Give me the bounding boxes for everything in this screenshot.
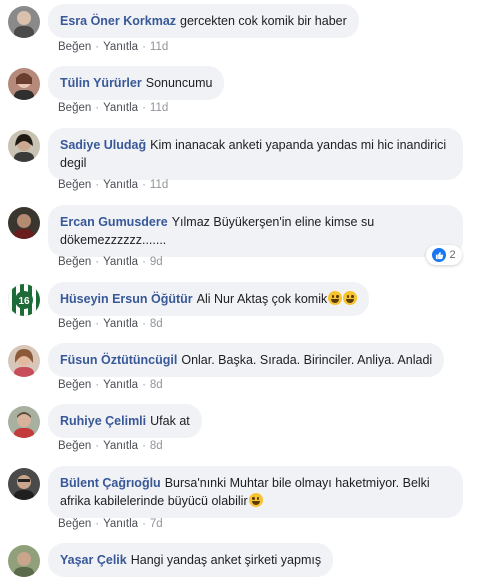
grinning-face-icon bbox=[328, 291, 343, 305]
reply-button[interactable]: Yanıtla bbox=[103, 440, 138, 452]
separator: · bbox=[95, 179, 100, 191]
comment-time[interactable]: 8d bbox=[150, 379, 163, 391]
separator: · bbox=[142, 179, 146, 191]
avatar[interactable] bbox=[8, 68, 40, 100]
comment-bubble: Ruhiye Çelimli Ufak at bbox=[48, 404, 202, 438]
separator: · bbox=[95, 440, 100, 452]
avatar[interactable] bbox=[8, 468, 40, 500]
comment-bubble: Bülent Çağrıoğlu Bursa'nınki Muhtar bile … bbox=[48, 466, 463, 518]
like-button[interactable]: Beğen bbox=[58, 318, 91, 330]
comment-author[interactable]: Bülent Çağrıoğlu bbox=[60, 476, 161, 490]
separator: · bbox=[95, 102, 100, 114]
reply-button[interactable]: Yanıtla bbox=[103, 318, 138, 330]
like-button[interactable]: Beğen bbox=[58, 256, 91, 268]
comment-actions: Beğen · Yanıtla · 9d bbox=[58, 256, 163, 268]
like-button[interactable]: Beğen bbox=[58, 518, 91, 530]
avatar[interactable] bbox=[8, 406, 40, 438]
comment-author[interactable]: Tülin Yürürler bbox=[60, 76, 142, 90]
comment-time[interactable]: 9d bbox=[150, 256, 163, 268]
comment-time[interactable]: 8d bbox=[150, 318, 163, 330]
grinning-face-icon bbox=[343, 291, 358, 305]
comment-actions: Beğen · Yanıtla · 11d bbox=[58, 41, 168, 53]
comment-actions: Beğen · Yanıtla · 8d bbox=[58, 440, 163, 452]
comment-time[interactable]: 7d bbox=[150, 518, 163, 530]
comment-actions: Beğen · Yanıtla · 11d bbox=[58, 102, 168, 114]
reply-button[interactable]: Yanıtla bbox=[103, 41, 138, 53]
comment-author[interactable]: Sadiye Uludağ bbox=[60, 138, 146, 152]
comment-actions: Beğen · Yanıtla · 8d bbox=[58, 318, 163, 330]
comment-text: Ufak at bbox=[150, 414, 190, 428]
comment-text: Sonuncumu bbox=[145, 76, 213, 90]
comment-bubble: Ercan Gumusdere Yılmaz Büyükerşen'in elin… bbox=[48, 205, 463, 257]
comment-author[interactable]: Ercan Gumusdere bbox=[60, 215, 168, 229]
comment-author[interactable]: Ruhiye Çelimli bbox=[60, 414, 146, 428]
comment-bubble: Esra Öner Korkmaz gercekten cok komik bir… bbox=[48, 4, 359, 38]
comment-author[interactable]: Esra Öner Korkmaz bbox=[60, 14, 176, 28]
separator: · bbox=[95, 518, 100, 530]
reply-button[interactable]: Yanıtla bbox=[103, 379, 138, 391]
separator: · bbox=[142, 318, 146, 330]
comment-actions: Beğen · Yanıtla · 11d bbox=[58, 179, 168, 191]
like-button[interactable]: Beğen bbox=[58, 41, 91, 53]
avatar[interactable]: 16 bbox=[8, 284, 40, 316]
comment-actions: Beğen · Yanıtla · 8d bbox=[58, 379, 163, 391]
avatar[interactable] bbox=[8, 545, 40, 577]
comment-time[interactable]: 11d bbox=[150, 102, 168, 114]
separator: · bbox=[142, 379, 146, 391]
like-button[interactable]: Beğen bbox=[58, 102, 91, 114]
svg-text:16: 16 bbox=[18, 296, 30, 307]
comment-bubble: Tülin Yürürler Sonuncumu bbox=[48, 66, 225, 100]
avatar[interactable] bbox=[8, 130, 40, 162]
like-button[interactable]: Beğen bbox=[58, 179, 91, 191]
reply-button[interactable]: Yanıtla bbox=[103, 256, 138, 268]
separator: · bbox=[142, 440, 146, 452]
comment-bubble: Yaşar Çelik Hangi yandaş anket şirketi ya… bbox=[48, 543, 334, 577]
comment-bubble: Füsun Öztütüncügil Onlar. Başka. Sırada. … bbox=[48, 343, 445, 377]
comment-author[interactable]: Yaşar Çelik bbox=[60, 553, 127, 567]
comment-text: Onlar. Başka. Sırada. Birinciler. Anliya… bbox=[181, 353, 433, 367]
separator: · bbox=[142, 41, 146, 53]
like-button[interactable]: Beğen bbox=[58, 440, 91, 452]
comment-bubble: Sadiye Uludağ Kim inanacak anketi yapanda… bbox=[48, 128, 463, 180]
comment-bubble: Hüseyin Ersun Öğütür Ali Nur Aktaş çok ko… bbox=[48, 282, 370, 316]
reaction-badge[interactable]: 2 bbox=[426, 245, 462, 265]
separator: · bbox=[95, 41, 100, 53]
reply-button[interactable]: Yanıtla bbox=[103, 179, 138, 191]
reply-button[interactable]: Yanıtla bbox=[103, 102, 138, 114]
avatar[interactable] bbox=[8, 207, 40, 239]
like-icon bbox=[432, 248, 447, 262]
reply-button[interactable]: Yanıtla bbox=[103, 518, 138, 530]
comment-author[interactable]: Füsun Öztütüncügil bbox=[60, 353, 177, 367]
avatar[interactable] bbox=[8, 345, 40, 377]
separator: · bbox=[142, 102, 146, 114]
laughing-face-icon bbox=[248, 493, 263, 507]
comment-time[interactable]: 11d bbox=[150, 179, 168, 191]
comment-time[interactable]: 11d bbox=[150, 41, 168, 53]
reaction-count: 2 bbox=[449, 249, 456, 261]
comment-actions: Beğen · Yanıtla · 7d bbox=[58, 518, 163, 530]
like-button[interactable]: Beğen bbox=[58, 379, 91, 391]
separator: · bbox=[142, 256, 146, 268]
separator: · bbox=[142, 518, 146, 530]
comment-text: Hangi yandaş anket şirketi yapmış bbox=[130, 553, 322, 567]
comment-time[interactable]: 8d bbox=[150, 440, 163, 452]
separator: · bbox=[95, 318, 100, 330]
separator: · bbox=[95, 379, 100, 391]
comment-text: Ali Nur Aktaş çok komik bbox=[196, 292, 328, 306]
comment-author[interactable]: Hüseyin Ersun Öğütür bbox=[60, 292, 193, 306]
separator: · bbox=[95, 256, 100, 268]
comment-text: gercekten cok komik bir haber bbox=[180, 14, 347, 28]
avatar[interactable] bbox=[8, 6, 40, 38]
